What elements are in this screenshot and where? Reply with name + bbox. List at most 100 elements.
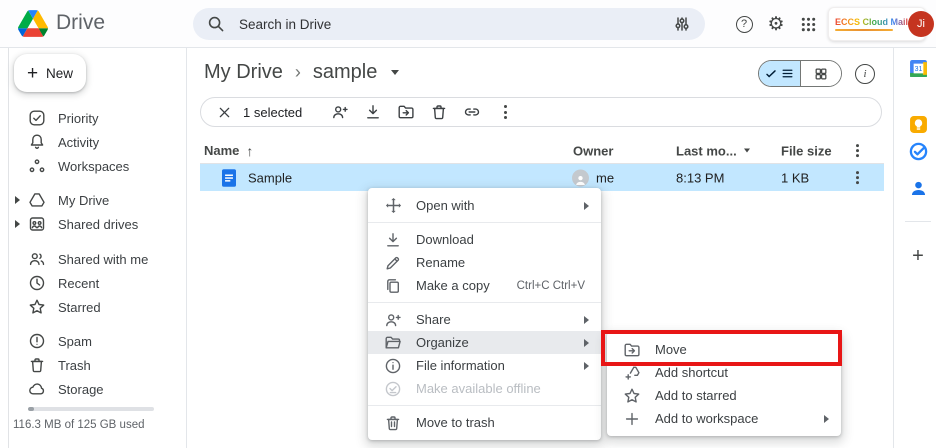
column-header-name[interactable]: Name ↑ bbox=[204, 143, 253, 159]
search-options-icon[interactable] bbox=[673, 15, 691, 33]
search-input[interactable]: Search in Drive bbox=[193, 8, 705, 40]
submenu-item-add-to-starred[interactable]: Add to starred bbox=[607, 384, 841, 407]
menu-item-file-information[interactable]: File information bbox=[368, 354, 601, 377]
more-actions-button[interactable] bbox=[490, 100, 520, 124]
settings-button[interactable]: ⚙ bbox=[763, 11, 789, 37]
drive-logo-icon[interactable] bbox=[18, 10, 48, 37]
menu-item-open-with[interactable]: Open with bbox=[368, 194, 601, 217]
new-button[interactable]: + New bbox=[14, 54, 86, 92]
folder-menu-caret-icon[interactable] bbox=[391, 70, 399, 75]
column-settings-button[interactable] bbox=[856, 144, 859, 158]
submenu-arrow-icon bbox=[584, 339, 589, 347]
selected-count: 1 selected bbox=[243, 105, 302, 120]
file-list-header: Name ↑ Owner Last mo... File size bbox=[200, 138, 884, 163]
submenu-item-add-to-workspace[interactable]: Add to workspace bbox=[607, 407, 841, 430]
context-menu: Open with Download Rename bbox=[368, 188, 601, 440]
trash-icon bbox=[430, 103, 448, 121]
keep-icon bbox=[909, 115, 928, 134]
menu-item-move-to-trash[interactable]: Move to trash bbox=[368, 411, 601, 434]
menu-item-label: Download bbox=[416, 232, 589, 247]
column-header-file-size[interactable]: File size bbox=[781, 143, 832, 158]
sidebar-item-label: Spam bbox=[58, 334, 92, 349]
sidebar-item-recent[interactable]: Recent bbox=[9, 271, 185, 295]
sidebar-item-label: Shared with me bbox=[58, 252, 148, 267]
account-avatar[interactable]: Ji bbox=[908, 11, 934, 37]
move-button[interactable] bbox=[391, 100, 421, 124]
menu-item-label: Make available offline bbox=[416, 381, 589, 396]
clear-selection-button[interactable] bbox=[214, 102, 234, 122]
submenu-arrow-icon bbox=[584, 202, 589, 210]
menu-separator bbox=[368, 222, 601, 223]
storage-progress-bar bbox=[28, 407, 154, 411]
more-vertical-icon bbox=[856, 144, 859, 158]
menu-item-download[interactable]: Download bbox=[368, 228, 601, 251]
menu-item-make-available-offline: Make available offline bbox=[368, 377, 601, 400]
plus-icon bbox=[623, 410, 641, 428]
column-header-last-modified[interactable]: Last mo... bbox=[676, 143, 750, 158]
apps-grid-icon bbox=[800, 16, 817, 33]
plus-icon: + bbox=[912, 245, 924, 268]
sidebar-item-label: My Drive bbox=[58, 193, 109, 208]
sidebar-item-workspaces[interactable]: Workspaces bbox=[9, 154, 185, 178]
column-header-owner[interactable]: Owner bbox=[573, 143, 613, 158]
keep-app-button[interactable] bbox=[908, 114, 928, 134]
help-button[interactable]: ? bbox=[731, 11, 757, 37]
menu-item-rename[interactable]: Rename bbox=[368, 251, 601, 274]
sidebar-item-activity[interactable]: Activity bbox=[9, 130, 185, 154]
download-icon bbox=[364, 103, 382, 121]
sidebar-item-shared-with-me[interactable]: Shared with me bbox=[9, 247, 185, 271]
more-vertical-icon bbox=[504, 105, 507, 119]
sidebar-item-label: Trash bbox=[58, 358, 91, 373]
contacts-app-button[interactable] bbox=[908, 178, 928, 198]
menu-item-label: Rename bbox=[416, 255, 589, 270]
close-icon bbox=[217, 105, 232, 120]
get-link-button[interactable] bbox=[457, 100, 487, 124]
details-button[interactable]: i bbox=[855, 64, 875, 84]
file-size-cell: 1 KB bbox=[781, 170, 809, 185]
sort-ascending-icon[interactable]: ↑ bbox=[246, 143, 253, 159]
submenu-item-move[interactable]: Move bbox=[607, 338, 841, 361]
get-add-ons-button[interactable]: + bbox=[908, 246, 928, 266]
trash-icon bbox=[384, 414, 402, 432]
download-icon bbox=[384, 231, 402, 249]
apps-grid-button[interactable] bbox=[795, 11, 821, 37]
submenu-item-add-shortcut[interactable]: Add shortcut bbox=[607, 361, 841, 384]
menu-item-make-a-copy[interactable]: Make a copy Ctrl+C Ctrl+V bbox=[368, 274, 601, 297]
owner-cell: me bbox=[572, 169, 614, 186]
list-view-button[interactable] bbox=[759, 61, 801, 86]
expand-caret-icon[interactable] bbox=[15, 220, 20, 228]
download-button[interactable] bbox=[358, 100, 388, 124]
add-shortcut-icon bbox=[623, 364, 641, 382]
workspaces-icon bbox=[28, 157, 46, 175]
sidebar-item-trash[interactable]: Trash bbox=[9, 353, 185, 377]
row-more-actions-button[interactable] bbox=[856, 171, 859, 185]
sidebar-item-label: Activity bbox=[58, 135, 99, 150]
sidebar-item-my-drive[interactable]: My Drive bbox=[9, 188, 185, 212]
menu-item-share[interactable]: Share bbox=[368, 308, 601, 331]
account-badge[interactable]: ECCS Cloud Mail Ji bbox=[828, 7, 926, 41]
file-row-sample[interactable]: Sample me 8:13 PM 1 KB bbox=[200, 164, 884, 191]
menu-item-organize[interactable]: Organize bbox=[368, 331, 601, 354]
share-button[interactable] bbox=[325, 100, 355, 124]
sidebar-item-label: Shared drives bbox=[58, 217, 138, 232]
right-rail-separator bbox=[905, 221, 931, 222]
breadcrumb: My Drive › sample bbox=[204, 61, 399, 84]
sidebar-item-label: Storage bbox=[58, 382, 104, 397]
trash-button[interactable] bbox=[424, 100, 454, 124]
grid-view-button[interactable] bbox=[801, 61, 842, 86]
offline-pin-icon bbox=[384, 380, 402, 398]
calendar-app-button[interactable]: 31 bbox=[908, 58, 928, 78]
move-folder-icon bbox=[623, 341, 641, 359]
sidebar-item-priority[interactable]: Priority bbox=[9, 106, 185, 130]
sidebar-item-storage[interactable]: Storage bbox=[9, 377, 185, 401]
google-drive-window: Drive Search in Drive ? ⚙ bbox=[0, 0, 936, 448]
expand-caret-icon[interactable] bbox=[15, 196, 20, 204]
sidebar-item-shared-drives[interactable]: Shared drives bbox=[9, 212, 185, 236]
breadcrumb-current-folder[interactable]: sample bbox=[313, 61, 377, 84]
sidebar-item-spam[interactable]: Spam bbox=[9, 329, 185, 353]
right-rail-divider bbox=[893, 48, 894, 448]
tasks-app-button[interactable] bbox=[908, 141, 928, 161]
grid-view-icon bbox=[814, 67, 828, 81]
breadcrumb-my-drive[interactable]: My Drive bbox=[204, 61, 283, 84]
sidebar-item-starred[interactable]: Starred bbox=[9, 295, 185, 319]
